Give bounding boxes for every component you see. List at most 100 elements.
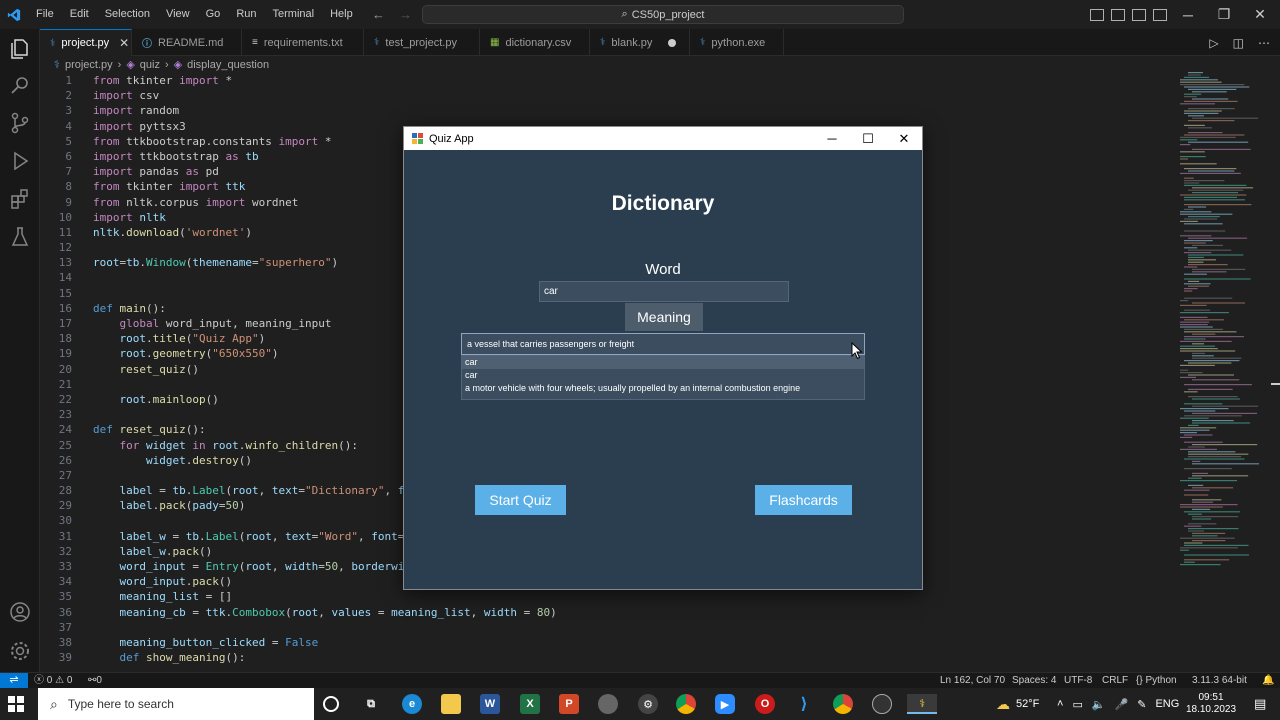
menu-help[interactable]: Help	[322, 0, 361, 29]
menu-run[interactable]: Run	[228, 0, 264, 29]
meaning-button[interactable]: Meaning	[625, 303, 703, 331]
weather-widget[interactable]: ☁ 52°F	[996, 688, 1039, 720]
tab-project-py[interactable]: ⚕ project.py ✕	[40, 29, 132, 56]
menu-edit[interactable]: Edit	[62, 0, 97, 29]
breadcrumb-symbol[interactable]: display_question	[187, 59, 269, 71]
meaning-combobox[interactable]: a vessel that carries passengers or frei…	[461, 333, 865, 355]
zoom-icon[interactable]: ▶	[715, 694, 735, 714]
code-token: from	[93, 180, 120, 194]
toggle-panel-icon[interactable]	[1111, 8, 1125, 21]
more-actions-icon[interactable]: ⋯	[1258, 36, 1270, 50]
back-arrow-icon[interactable]: ←	[372, 7, 385, 22]
volume-icon[interactable]: 🔈	[1092, 698, 1106, 711]
restore-icon[interactable]: ❐	[1204, 0, 1244, 29]
chrome-icon[interactable]	[676, 694, 696, 714]
excel-icon[interactable]: X	[520, 694, 540, 714]
language-mode[interactable]: {} Python	[1136, 673, 1177, 688]
github-icon[interactable]	[872, 694, 892, 714]
flashcards-button[interactable]: Flashcards	[755, 485, 852, 515]
split-editor-icon[interactable]: ◫	[1233, 36, 1244, 50]
menu-go[interactable]: Go	[198, 0, 229, 29]
menu-view[interactable]: View	[158, 0, 198, 29]
problems-indicator[interactable]: ⓧ 0 ⚠ 0	[34, 673, 72, 688]
extensions-icon[interactable]	[8, 187, 32, 211]
minimap-line	[1188, 108, 1235, 110]
run-python-icon[interactable]: ▷	[1209, 36, 1218, 50]
start-quiz-button[interactable]: Start Quiz	[475, 485, 566, 515]
menu-selection[interactable]: Selection	[97, 0, 158, 29]
tab-test-project-py[interactable]: ⚕ test_project.py	[364, 29, 480, 56]
customize-layout-icon[interactable]	[1153, 8, 1167, 21]
breadcrumb-function[interactable]: quiz	[140, 59, 160, 71]
unsaved-dot-icon[interactable]	[668, 38, 677, 47]
end-of-line[interactable]: CRLF	[1102, 673, 1128, 688]
tab-dictionary-csv[interactable]: ▦ dictionary.csv	[480, 29, 590, 56]
remote-indicator-icon[interactable]: ⇌	[0, 673, 28, 689]
code-token: themename	[192, 256, 252, 270]
minimap-line	[1184, 242, 1206, 244]
code-token: random	[132, 104, 180, 118]
menu-file[interactable]: File	[28, 0, 62, 29]
breadcrumb-file[interactable]: project.py	[65, 59, 113, 71]
cursor-position[interactable]: Ln 162, Col 70	[940, 673, 1005, 688]
quiz-close-icon[interactable]: ✕	[886, 127, 922, 150]
quiz-maximize-icon[interactable]: ☐	[850, 127, 886, 150]
close-tab-icon[interactable]: ✕	[119, 36, 129, 50]
run-debug-icon[interactable]	[8, 149, 32, 173]
dropdown-option[interactable]: car	[462, 369, 864, 382]
microphone-icon[interactable]: 🎤	[1115, 698, 1129, 711]
opera-icon[interactable]: O	[755, 694, 775, 714]
source-control-icon[interactable]	[8, 111, 32, 135]
vertical-scrollbar[interactable]	[1268, 56, 1280, 672]
notifications-bell-icon[interactable]: 🔔	[1262, 673, 1274, 688]
quiz-minimize-icon[interactable]: ─	[814, 127, 850, 150]
word-icon[interactable]: W	[480, 694, 500, 714]
account-icon[interactable]	[8, 600, 32, 624]
quiz-app-titlebar[interactable]: Quiz App ─ ☐ ✕	[404, 127, 922, 150]
task-view-icon[interactable]: ⧉	[361, 694, 381, 714]
menu-terminal[interactable]: Terminal	[265, 0, 323, 29]
powerpoint-icon[interactable]: P	[559, 694, 579, 714]
line-number: 38	[58, 635, 72, 649]
network-icon[interactable]: ▭	[1072, 698, 1082, 711]
word-input[interactable]: car	[539, 281, 789, 302]
command-center[interactable]: ⌕ CS50p_project	[422, 5, 904, 24]
tab-requirements-txt[interactable]: ≡ requirements.txt	[242, 29, 364, 56]
tab-blank-py[interactable]: ⚕ blank.py	[590, 29, 690, 56]
pen-icon[interactable]: ✎	[1137, 698, 1146, 711]
windows-start-icon[interactable]	[8, 696, 24, 712]
python-taskbar-icon[interactable]: ⚕	[907, 694, 937, 714]
chrome-profile-icon[interactable]	[833, 694, 853, 714]
close-window-icon[interactable]: ✕	[1240, 0, 1280, 29]
minimap[interactable]	[1178, 56, 1268, 672]
forward-arrow-icon[interactable]: →	[399, 7, 412, 22]
keyboard-language[interactable]: ENG	[1155, 698, 1179, 710]
ports-indicator[interactable]: ⚯0	[88, 673, 102, 688]
notification-center-icon[interactable]: ▤	[1254, 688, 1266, 720]
app-icon[interactable]	[598, 694, 618, 714]
chevron-up-icon[interactable]: ˄	[1057, 698, 1063, 710]
tab-python-exe[interactable]: ⚕ python.exe	[690, 29, 784, 56]
search-icon[interactable]	[8, 73, 32, 97]
tab-readme-md[interactable]: ⓘ README.md	[132, 29, 242, 56]
explorer-icon[interactable]	[8, 37, 32, 61]
edge-icon[interactable]: e	[402, 694, 422, 714]
file-encoding[interactable]: UTF-8	[1064, 673, 1092, 688]
python-interpreter[interactable]: 3.11.3 64-bit	[1192, 673, 1247, 688]
manage-gear-icon[interactable]	[8, 639, 32, 663]
toggle-secondary-sidebar-icon[interactable]	[1132, 8, 1146, 21]
toggle-sidebar-icon[interactable]	[1090, 8, 1104, 21]
settings-app-icon[interactable]: ⚙	[638, 694, 658, 714]
cortana-icon[interactable]	[323, 696, 339, 712]
clock[interactable]: 09:51 18.10.2023	[1186, 688, 1236, 720]
dropdown-option[interactable]: a motor vehicle with four wheels; usuall…	[462, 382, 864, 395]
testing-icon[interactable]	[8, 225, 32, 249]
dropdown-option[interactable]: car	[462, 356, 864, 369]
taskbar-search[interactable]: ⌕ Type here to search	[38, 688, 314, 720]
indentation[interactable]: Spaces: 4	[1012, 673, 1056, 688]
minimize-icon[interactable]: ─	[1168, 0, 1208, 29]
file-explorer-icon[interactable]	[441, 694, 461, 714]
vscode-taskbar-icon[interactable]: ⟩	[794, 694, 814, 714]
